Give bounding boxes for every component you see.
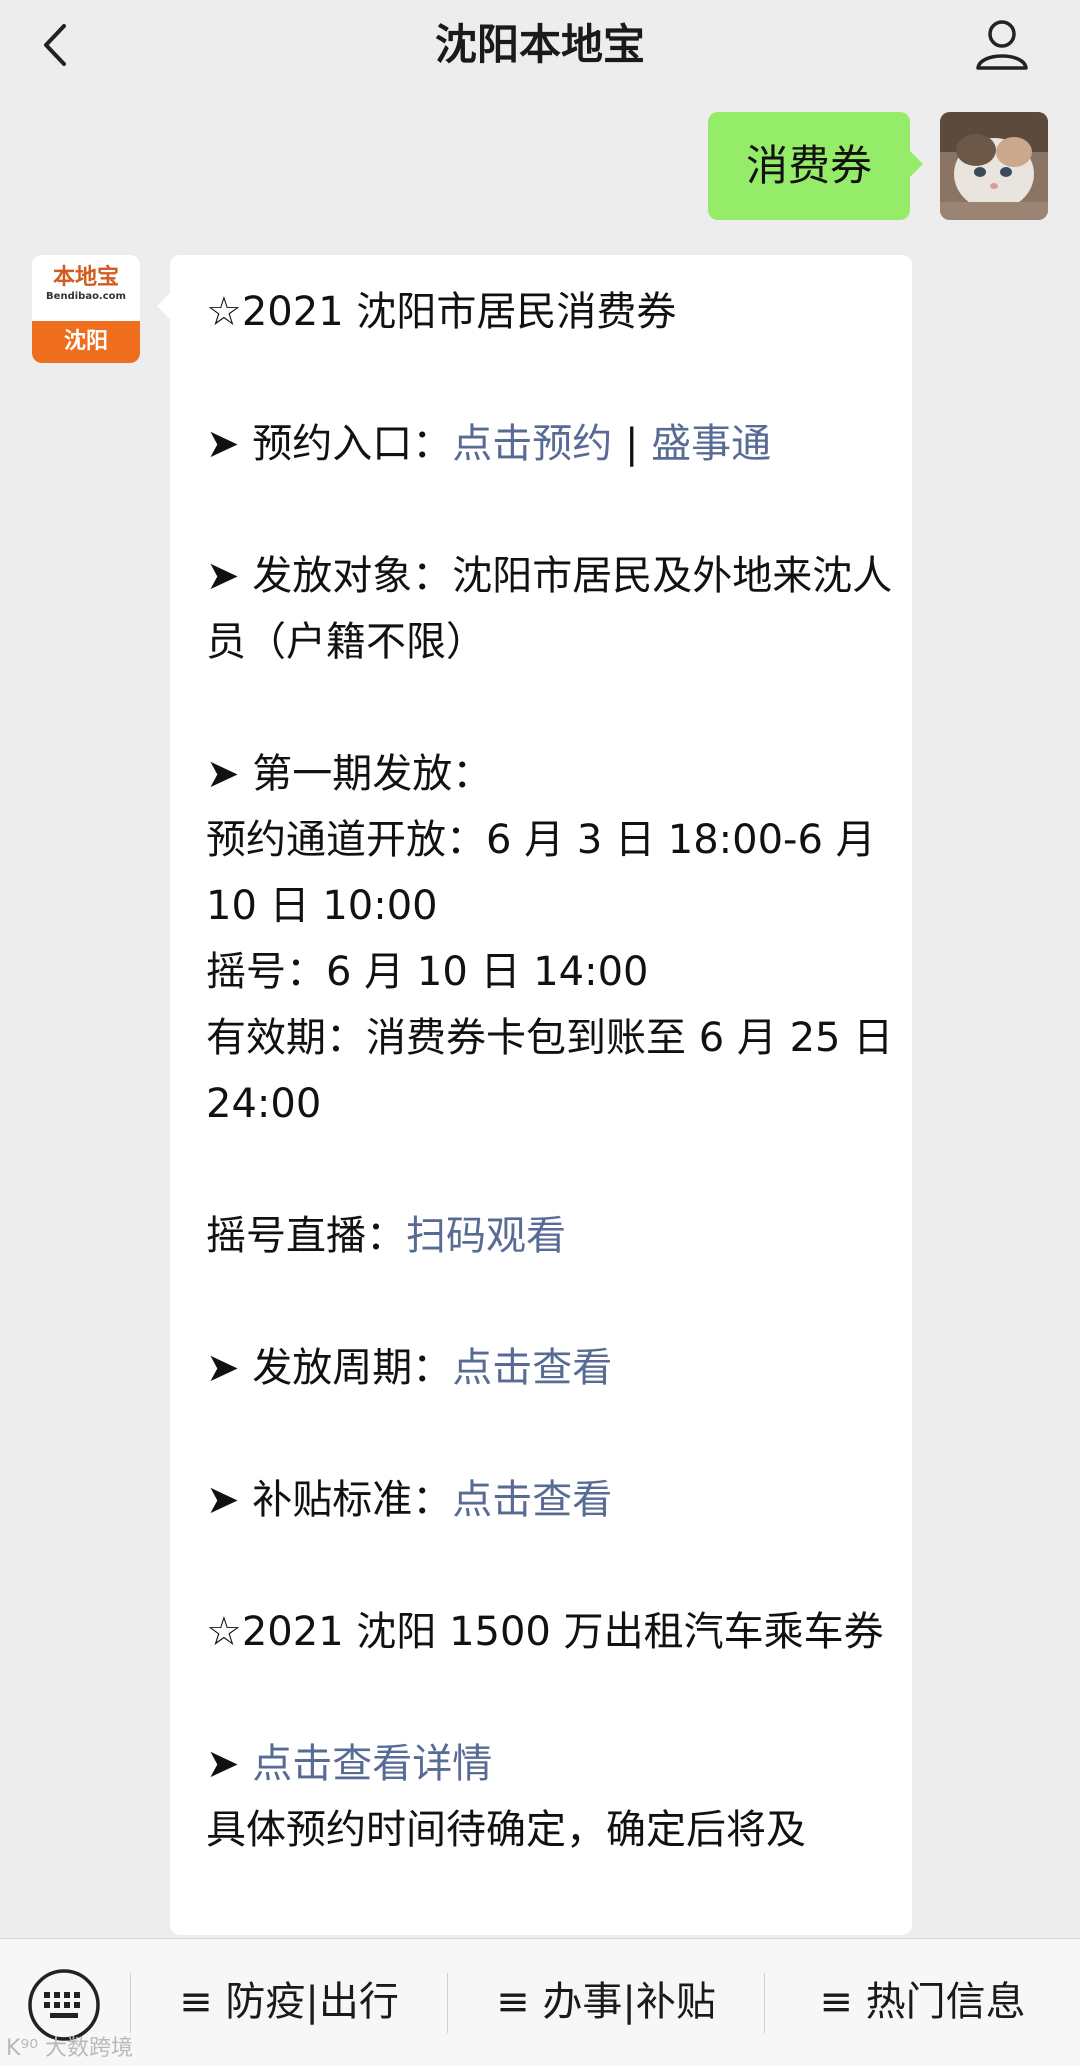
subsidy-view-link[interactable]: 点击查看 xyxy=(452,1477,612,1523)
menu-affairs-subsidy[interactable]: ≡ 办事|补贴 xyxy=(448,1939,764,2066)
incoming-message: ☆2021 沈阳市居民消费券 ➤ 预约入口：点击预约 | 盛事通 ➤ 发放对象：… xyxy=(170,255,912,1935)
live-stream-line: 摇号直播：扫码观看 xyxy=(206,1213,566,1259)
booking-entry-line: ➤ 预约入口：点击预约 | 盛事通 xyxy=(206,421,772,467)
outgoing-message[interactable]: 消费券 xyxy=(708,112,923,220)
cat-photo xyxy=(940,112,1048,220)
taxi-detail-link[interactable]: 点击查看详情 xyxy=(252,1741,492,1787)
top-bar: 沈阳本地宝 xyxy=(0,0,1080,90)
bubble-tail xyxy=(157,292,171,320)
booking-link[interactable]: 点击预约 xyxy=(452,421,612,467)
shengshitong-link[interactable]: 盛事通 xyxy=(651,421,771,467)
taxi-detail-line: ➤ 点击查看详情 xyxy=(206,1741,493,1787)
bendibao-logo: 本地宝 Bendibao.com xyxy=(32,255,140,321)
validity-line: 有效期：消费券卡包到账至 6 月 25 日 24:00 xyxy=(206,1015,894,1127)
cycle-view-link[interactable]: 点击查看 xyxy=(452,1345,612,1391)
phase-one-line: ➤ 第一期发放： xyxy=(206,751,493,797)
user-avatar[interactable] xyxy=(940,112,1048,220)
booking-window-line: 预约通道开放：6 月 3 日 18:00-6 月 10 日 10:00 xyxy=(206,817,876,929)
menu-hot-info[interactable]: ≡ 热门信息 xyxy=(765,1939,1080,2066)
cycle-line: ➤ 发放周期：点击查看 xyxy=(206,1345,613,1391)
message-content: ☆2021 沈阳市居民消费券 ➤ 预约入口：点击预约 | 盛事通 ➤ 发放对象：… xyxy=(206,279,896,1863)
bottom-menu-bar: ≡ 防疫|出行 ≡ 办事|补贴 ≡ 热门信息 xyxy=(0,1938,1080,2066)
scan-to-watch-link[interactable]: 扫码观看 xyxy=(406,1213,566,1259)
menu-epidemic-travel[interactable]: ≡ 防疫|出行 xyxy=(131,1939,447,2066)
target-line: ➤ 发放对象：沈阳市居民及外地来沈人员（户籍不限） xyxy=(206,553,893,665)
watermark: K⁹⁰ 大数跨境 xyxy=(6,2036,134,2061)
section-title-taxi: ☆2021 沈阳 1500 万出租汽车乘车券 xyxy=(206,1609,884,1655)
logo-city: 沈阳 xyxy=(32,321,140,363)
subsidy-line: ➤ 补贴标准：点击查看 xyxy=(206,1477,613,1523)
lottery-line: 摇号：6 月 10 日 14:00 xyxy=(206,949,649,995)
section-title-coupon: ☆2021 沈阳市居民消费券 xyxy=(206,289,677,335)
pending-time-line: 具体预约时间待确定，确定后将及 xyxy=(206,1807,806,1853)
person-icon[interactable] xyxy=(972,14,1032,74)
page-title: 沈阳本地宝 xyxy=(434,20,645,69)
account-avatar[interactable]: 本地宝 Bendibao.com 沈阳 xyxy=(32,255,140,363)
